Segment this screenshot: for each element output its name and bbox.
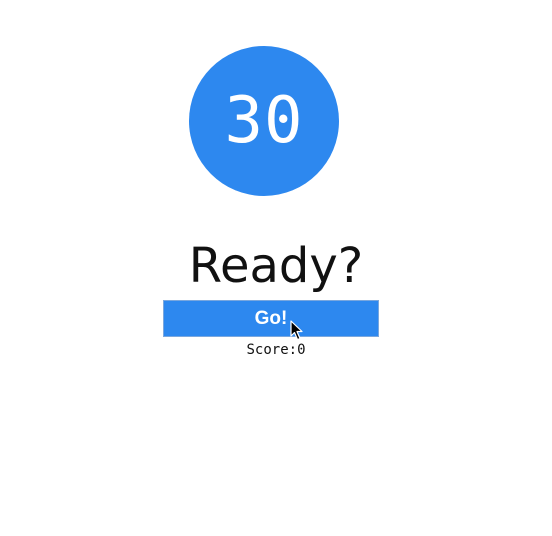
- mouse-pointer-icon: [290, 320, 303, 341]
- score-value: 0: [297, 342, 306, 358]
- go-button[interactable]: Go!: [163, 300, 379, 337]
- countdown-timer: 30: [189, 46, 339, 196]
- score-label: Score:: [246, 342, 298, 358]
- timer-value: 30: [224, 84, 304, 158]
- score-display: Score:0: [0, 341, 552, 359]
- game-page: 30 Ready? Go! Score:0: [0, 0, 552, 536]
- ready-prompt: Ready?: [188, 238, 364, 294]
